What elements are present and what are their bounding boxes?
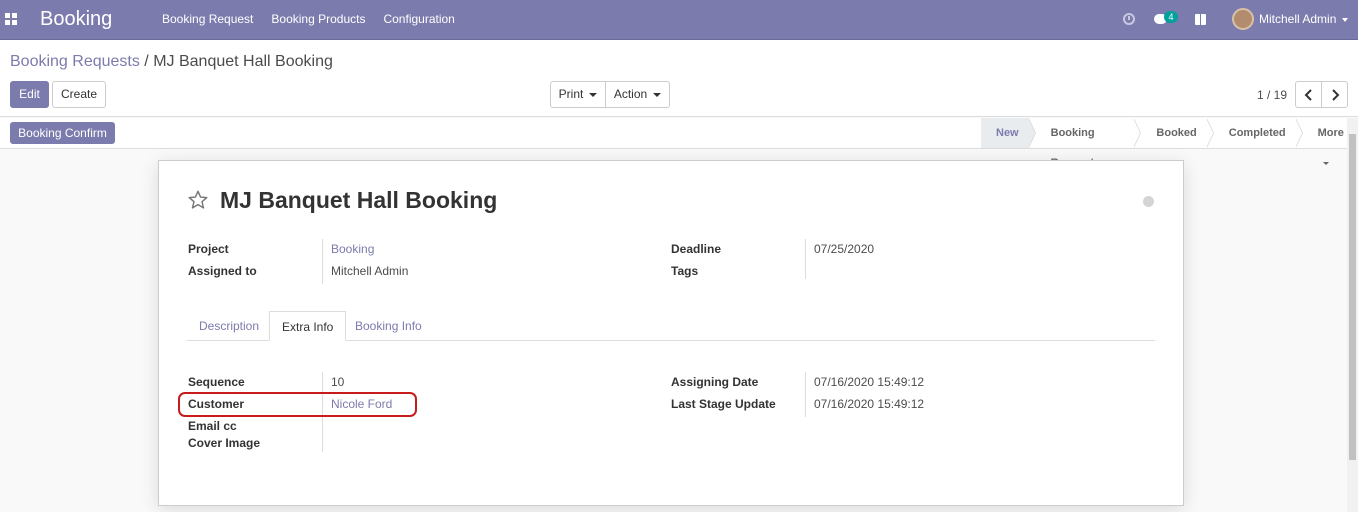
statusbar: Booking Confirm New Booking Request Book… (0, 118, 1358, 169)
assigning-date-label: Assigning Date (671, 375, 759, 389)
avatar[interactable] (1232, 8, 1254, 30)
form-sheet: MJ Banquet Hall Booking Project Booking … (158, 160, 1184, 506)
last-stage-update-label: Last Stage Update (671, 397, 776, 411)
chevron-down-icon (589, 92, 598, 97)
print-dropdown[interactable]: Print (550, 81, 606, 108)
tab-booking-info[interactable]: Booking Info (343, 311, 434, 341)
customer-highlight-box (178, 392, 417, 417)
menu-configuration[interactable]: Configuration (383, 12, 454, 26)
kanban-state-icon[interactable] (1143, 196, 1154, 207)
stage-new[interactable]: New (981, 118, 1036, 148)
control-panel: Booking Requests / MJ Banquet Hall Booki… (0, 40, 1358, 117)
chevron-down-icon (653, 92, 662, 97)
deadline-label: Deadline (671, 242, 722, 256)
tab-extra-info[interactable]: Extra Info (269, 311, 347, 341)
action-dropdown[interactable]: Action (605, 81, 670, 108)
scrollbar-thumb[interactable] (1349, 134, 1356, 460)
gift-icon[interactable] (1195, 12, 1206, 25)
user-menu[interactable]: Mitchell Admin (1259, 12, 1349, 26)
record-title: MJ Banquet Hall Booking (220, 187, 498, 213)
project-value[interactable]: Booking (331, 242, 374, 256)
edit-button[interactable]: Edit (10, 81, 49, 108)
chevron-right-icon (1331, 89, 1339, 101)
pager-value[interactable]: 1 / 19 (1257, 88, 1287, 102)
menu-booking-request[interactable]: Booking Request (162, 12, 253, 26)
pager-next-button[interactable] (1321, 81, 1348, 108)
activity-clock-icon[interactable] (1123, 13, 1135, 25)
create-button[interactable]: Create (52, 81, 106, 108)
email-cc-label: Email cc (188, 419, 237, 433)
chevron-left-icon (1304, 89, 1312, 101)
breadcrumb-current: MJ Banquet Hall Booking (153, 53, 333, 70)
stage-booked[interactable]: Booked (1134, 118, 1215, 148)
messages-count-badge: 4 (1164, 11, 1178, 23)
sequence-value[interactable]: 10 (331, 375, 344, 389)
user-name: Mitchell Admin (1259, 12, 1337, 26)
field-divider (805, 239, 806, 279)
star-icon[interactable] (187, 189, 209, 211)
action-label: Action (613, 87, 648, 101)
main-menu: Booking Request Booking Products Configu… (162, 12, 455, 26)
chevron-down-icon (1322, 161, 1329, 165)
tags-label: Tags (671, 264, 699, 278)
sequence-label: Sequence (188, 375, 245, 389)
assigned-to-value[interactable]: Mitchell Admin (331, 264, 408, 278)
print-label: Print (558, 87, 584, 101)
chevron-down-icon (1342, 17, 1349, 22)
booking-confirm-button[interactable]: Booking Confirm (10, 122, 115, 144)
field-divider (322, 239, 323, 284)
assigned-to-label: Assigned to (188, 264, 257, 278)
menu-booking-products[interactable]: Booking Products (271, 12, 365, 26)
breadcrumb: Booking Requests / MJ Banquet Hall Booki… (10, 53, 333, 71)
notebook-tabs: Description Extra Info Booking Info (187, 311, 1155, 341)
top-navbar: Booking Booking Request Booking Products… (0, 0, 1358, 40)
last-stage-update-value[interactable]: 07/16/2020 15:49:12 (814, 397, 924, 411)
pager-previous-button[interactable] (1295, 81, 1322, 108)
deadline-value[interactable]: 07/25/2020 (814, 242, 874, 256)
apps-menu-icon[interactable] (5, 13, 17, 25)
assigning-date-value[interactable]: 07/16/2020 15:49:12 (814, 375, 924, 389)
stage-booking-request[interactable]: Booking Request (1028, 118, 1142, 169)
cover-image-label: Cover Image (188, 436, 261, 450)
breadcrumb-separator: / (139, 53, 154, 70)
project-label: Project (188, 242, 229, 256)
stage-more-label: More (1317, 127, 1344, 139)
field-divider (805, 372, 806, 417)
breadcrumb-parent[interactable]: Booking Requests (10, 53, 140, 70)
stage-completed[interactable]: Completed (1206, 118, 1303, 148)
app-name[interactable]: Booking (40, 8, 112, 31)
stage-pipeline: New Booking Request Booked Completed Mor… (981, 118, 1358, 169)
tab-description[interactable]: Description (187, 311, 271, 341)
